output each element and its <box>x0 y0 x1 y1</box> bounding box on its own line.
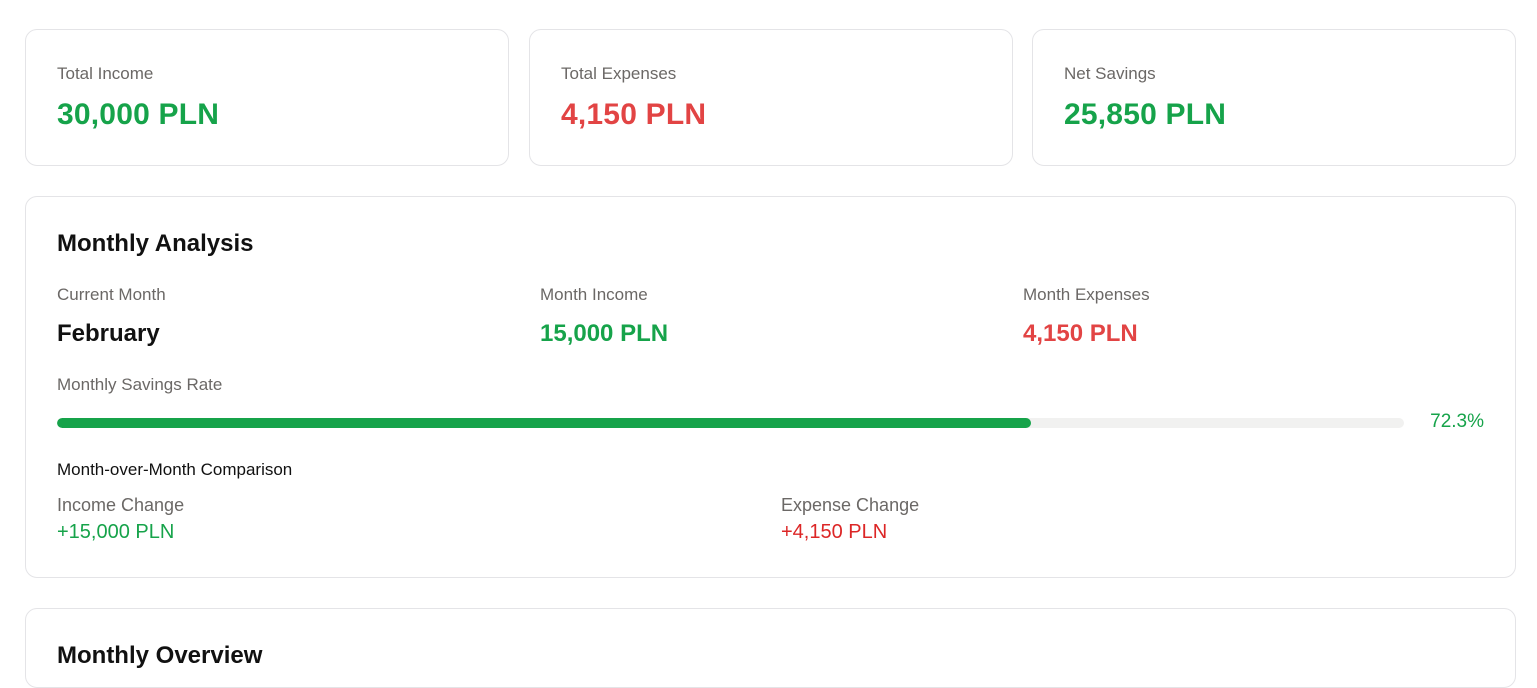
month-income-label: Month Income <box>540 285 648 304</box>
monthly-analysis-card: Monthly Analysis Current Month February … <box>25 196 1516 578</box>
savings-rate-progress-bar <box>57 418 1404 428</box>
net-savings-label: Net Savings <box>1064 64 1156 83</box>
expense-change-label: Expense Change <box>781 495 920 515</box>
comparison-title: Month-over-Month Comparison <box>57 460 293 479</box>
total-income-value: 30,000 PLN <box>57 98 220 131</box>
expense-change-value: +4,150 PLN <box>781 521 888 543</box>
total-expenses-label: Total Expenses <box>561 64 677 83</box>
income-change-label: Income Change <box>57 495 185 515</box>
monthly-analysis-title: Monthly Analysis <box>57 230 254 257</box>
savings-rate-value: 72.3% <box>1430 411 1484 432</box>
month-expenses-label: Month Expenses <box>1023 285 1150 304</box>
current-month-value: February <box>57 320 160 347</box>
net-savings-card: Net Savings 25,850 PLN <box>1032 29 1516 166</box>
month-income-value: 15,000 PLN <box>540 320 669 347</box>
monthly-overview-card: Monthly Overview <box>25 608 1516 688</box>
savings-rate-progress-fill <box>57 418 1031 428</box>
income-change-value: +15,000 PLN <box>57 521 175 543</box>
total-expenses-value: 4,150 PLN <box>561 98 707 131</box>
savings-rate-label: Monthly Savings Rate <box>57 375 223 394</box>
monthly-overview-title: Monthly Overview <box>57 642 263 669</box>
total-expenses-card: Total Expenses 4,150 PLN <box>529 29 1013 166</box>
net-savings-value: 25,850 PLN <box>1064 98 1227 131</box>
current-month-label: Current Month <box>57 285 166 304</box>
total-income-card: Total Income 30,000 PLN <box>25 29 509 166</box>
month-expenses-value: 4,150 PLN <box>1023 320 1138 347</box>
total-income-label: Total Income <box>57 64 154 83</box>
